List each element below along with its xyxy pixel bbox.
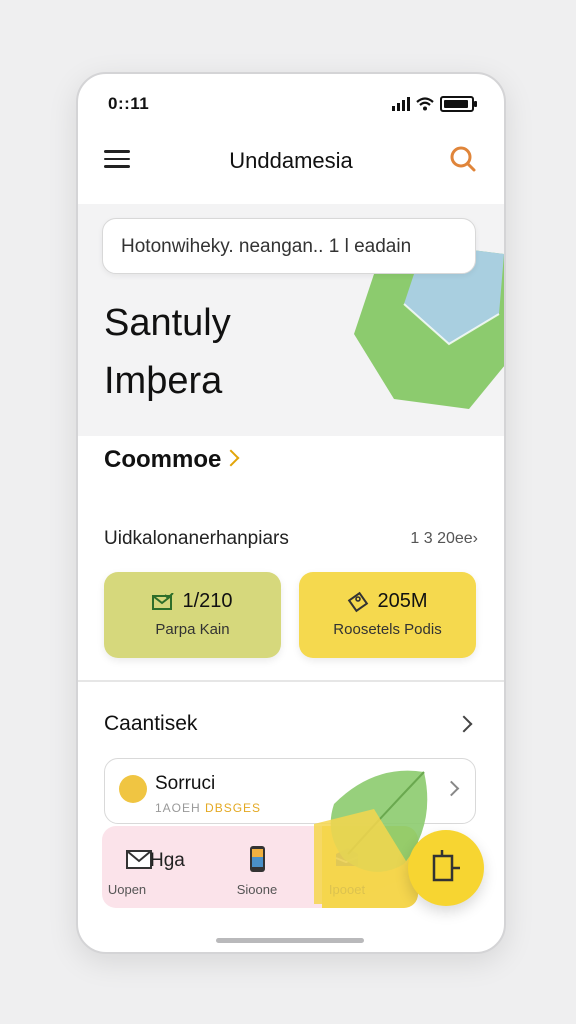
hero-title: Santuly Imþera — [104, 294, 231, 410]
tab-label: Uopen — [107, 882, 147, 897]
tab-label: Sioone — [236, 882, 278, 897]
stat-card-caption: Parpa Kain — [155, 621, 230, 638]
stat-card-caption: Roosetels Podis — [333, 621, 442, 638]
stat-card-value: 1/210 — [182, 590, 233, 612]
chevron-right-icon — [222, 449, 240, 467]
list-section-header[interactable]: Caantisek — [78, 704, 504, 748]
stats-header: Uidkalonanerhanpiars 1 3 20ee› — [78, 522, 504, 562]
compose-fab[interactable] — [408, 830, 484, 906]
chevron-right-icon — [443, 780, 460, 797]
tab-sioone[interactable]: Sioone — [212, 826, 302, 908]
hero-section: Hotonwiheky. neangan.. 1 l eadain Santul… — [78, 204, 504, 436]
list-item-title: Sorruci — [155, 773, 216, 794]
stat-card-value: 205M — [377, 590, 428, 612]
bottom-nav: Hga Uopen Sioone Ipooet — [102, 826, 418, 908]
wifi-icon — [416, 97, 434, 111]
stats-meta[interactable]: 1 3 20ee› — [410, 530, 478, 548]
tab-side-label: Hga — [150, 850, 185, 871]
stat-cards: 1/210 Parpa Kain 205M Roosetels Podis — [104, 572, 476, 658]
status-icons — [392, 96, 477, 112]
hero-title-line2: Imþera — [104, 360, 223, 402]
search-input[interactable]: Hotonwiheky. neangan.. 1 l eadain — [102, 218, 476, 274]
phone-frame: 0::11 Unddamesia Hotonwiheky. neangan.. … — [76, 72, 506, 954]
app-title: Unddamesia — [229, 148, 353, 173]
app-bar: Unddamesia — [78, 138, 504, 182]
search-icon[interactable] — [448, 144, 478, 174]
status-time: 0::11 — [108, 94, 150, 113]
status-bar: 0::11 — [78, 92, 504, 116]
list-section-label: Caantisek — [104, 712, 198, 735]
signal-icon — [392, 97, 410, 111]
section-link-row[interactable]: Coommoe — [78, 438, 504, 482]
inbox-icon — [335, 848, 359, 866]
stat-card-value-row: 205M — [299, 590, 476, 613]
tag-icon — [348, 591, 369, 612]
section-divider — [78, 680, 504, 682]
section-link-label: Coommoe — [104, 446, 240, 474]
stat-card-secondary[interactable]: 205M Roosetels Podis — [299, 572, 476, 658]
stats-label: Uidkalonanerhanpiars — [104, 528, 289, 549]
hero-title-line1: Santuly — [104, 302, 231, 344]
tab-ipooet[interactable]: Ipooet — [302, 826, 392, 908]
stat-card-primary[interactable]: 1/210 Parpa Kain — [104, 572, 281, 658]
tab-uopen[interactable]: Hga Uopen — [102, 826, 192, 908]
home-indicator[interactable] — [216, 938, 364, 943]
stat-card-value-row: 1/210 — [104, 590, 281, 613]
list-item[interactable]: Sorruci 1AOEH DBSGES — [104, 758, 476, 824]
chevron-right-icon — [455, 715, 473, 733]
coin-icon — [119, 775, 147, 803]
compose-icon — [432, 850, 460, 882]
list-item-subtitle: 1AOEH DBSGES — [155, 801, 262, 815]
envelope-check-icon — [152, 592, 175, 610]
battery-icon — [440, 96, 477, 112]
tab-label: Ipooet — [328, 882, 366, 897]
phone-icon — [250, 846, 265, 872]
